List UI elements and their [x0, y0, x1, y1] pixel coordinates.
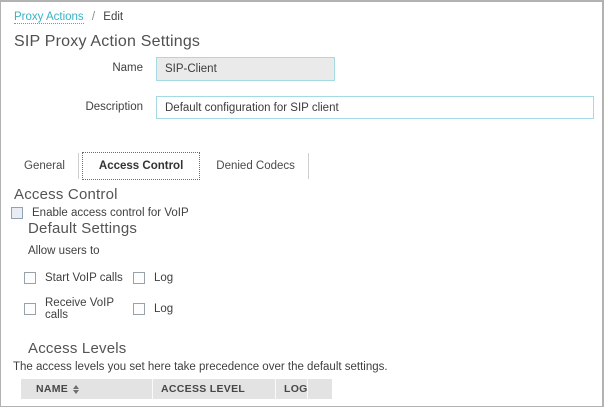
- tab-denied-codecs[interactable]: Denied Codecs: [203, 152, 308, 180]
- description-field-label: Description: [14, 101, 143, 113]
- receive-voip-calls-log-label: Log: [154, 303, 173, 315]
- breadcrumb-link-proxy-actions[interactable]: Proxy Actions: [14, 11, 84, 24]
- enable-access-control-row: Enable access control for VoIP: [11, 207, 189, 219]
- breadcrumb-current-edit: Edit: [103, 11, 123, 23]
- column-header-name-label: NAME: [36, 383, 68, 395]
- column-header-log-label: LOG: [284, 383, 308, 395]
- name-input[interactable]: [156, 57, 335, 81]
- column-header-access-level[interactable]: ACCESS LEVEL: [153, 379, 276, 399]
- column-header-extra: [308, 379, 332, 399]
- column-header-access-level-label: ACCESS LEVEL: [161, 383, 245, 395]
- receive-voip-calls-label: Receive VoIP calls: [45, 297, 130, 321]
- access-levels-heading: Access Levels: [28, 340, 126, 357]
- breadcrumb-separator: /: [92, 11, 95, 23]
- access-control-heading: Access Control: [14, 186, 118, 203]
- description-input[interactable]: [156, 96, 594, 119]
- breadcrumb: Proxy Actions / Edit: [14, 11, 123, 23]
- tab-divider: [308, 153, 309, 179]
- receive-voip-calls-row: Receive VoIP calls Log: [24, 297, 254, 321]
- sip-proxy-action-settings-page: Proxy Actions / Edit SIP Proxy Action Se…: [0, 0, 604, 407]
- start-voip-calls-log-checkbox[interactable]: [133, 272, 145, 284]
- sort-icon[interactable]: [73, 385, 80, 394]
- access-levels-table-header: NAME ACCESS LEVEL LOG: [21, 379, 332, 399]
- receive-voip-calls-log-checkbox[interactable]: [133, 303, 145, 315]
- receive-voip-calls-checkbox[interactable]: [24, 303, 36, 315]
- access-levels-description: The access levels you set here take prec…: [13, 361, 388, 373]
- start-voip-calls-row: Start VoIP calls Log: [24, 272, 254, 284]
- start-voip-calls-checkbox[interactable]: [24, 272, 36, 284]
- name-field-label: Name: [14, 62, 143, 74]
- column-header-log[interactable]: LOG: [276, 379, 308, 399]
- enable-access-control-checkbox[interactable]: [11, 207, 23, 219]
- tab-divider: [78, 153, 79, 179]
- start-voip-calls-label: Start VoIP calls: [45, 272, 130, 284]
- tab-general[interactable]: General: [11, 152, 78, 180]
- default-settings-heading: Default Settings: [28, 220, 137, 237]
- column-header-name[interactable]: NAME: [21, 379, 153, 399]
- allow-users-to-label: Allow users to: [28, 245, 100, 257]
- enable-access-control-label: Enable access control for VoIP: [32, 207, 189, 219]
- tab-bar: General Access Control Denied Codecs: [11, 152, 309, 180]
- tab-access-control[interactable]: Access Control: [82, 152, 200, 180]
- page-title: SIP Proxy Action Settings: [14, 33, 200, 51]
- start-voip-calls-log-label: Log: [154, 272, 173, 284]
